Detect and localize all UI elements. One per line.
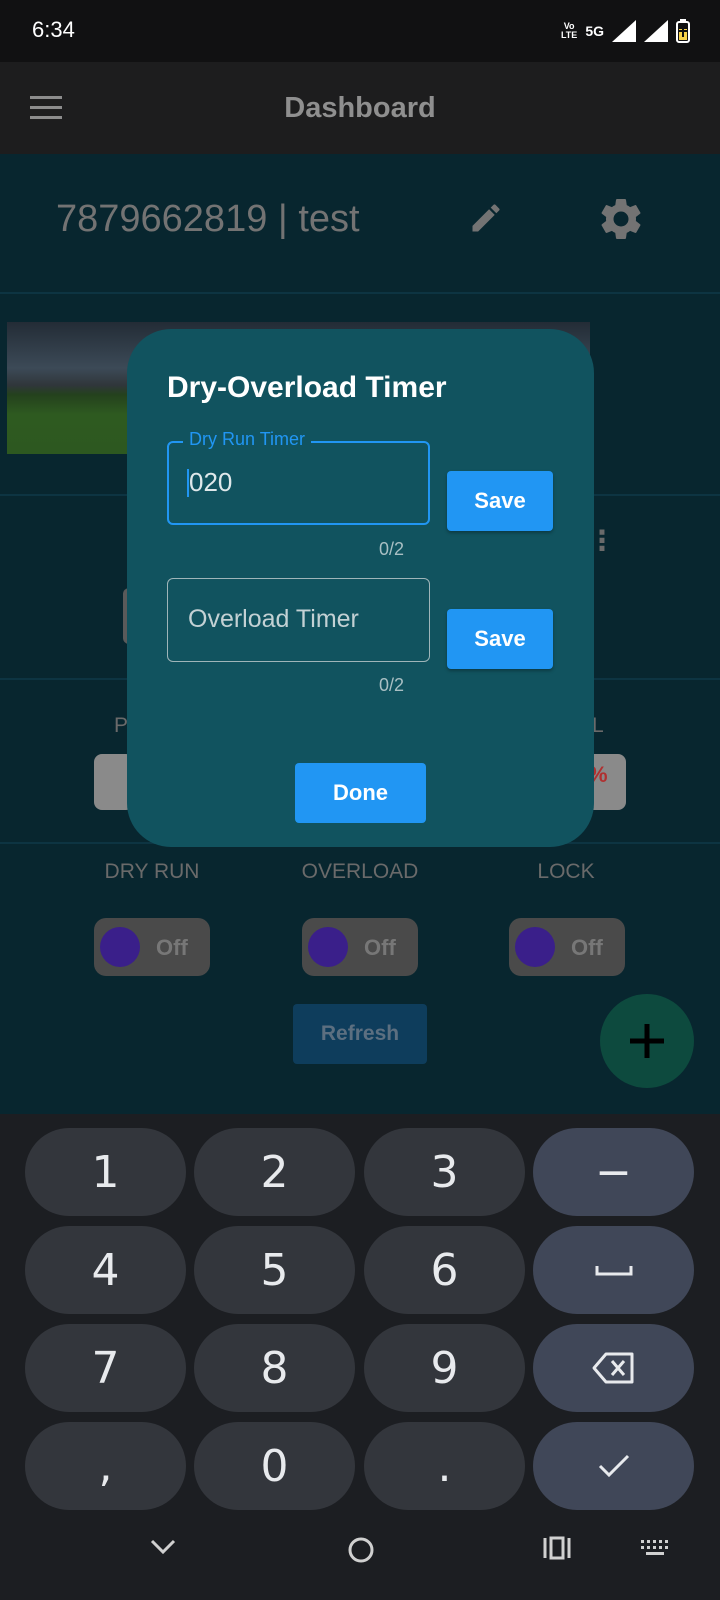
enter-key[interactable] — [533, 1422, 694, 1510]
chevron-down-icon[interactable] — [148, 1535, 178, 1559]
status-bar: 6:34 Vo LTE 5G — [0, 0, 720, 62]
battery-icon — [676, 19, 690, 43]
key-7[interactable]: 7 — [25, 1324, 186, 1412]
key-period[interactable]: . — [364, 1422, 525, 1510]
toggle-knob — [100, 927, 140, 967]
key-6[interactable]: 6 — [364, 1226, 525, 1314]
network-type-label: 5G — [585, 23, 604, 39]
overload-toggle[interactable]: Off — [302, 918, 418, 976]
key-9[interactable]: 9 — [364, 1324, 525, 1412]
check-icon — [598, 1454, 629, 1478]
volte-icon: Vo LTE — [560, 21, 578, 40]
key-comma[interactable]: , — [25, 1422, 186, 1510]
status-time: 6:34 — [32, 17, 75, 42]
dry-run-label: DRY RUN — [104, 860, 200, 883]
plus-icon — [630, 1024, 664, 1058]
space-key[interactable] — [533, 1226, 694, 1314]
dry-run-timer-value: 020 — [189, 467, 233, 497]
toggle-state: Off — [571, 935, 603, 960]
refresh-button[interactable]: Refresh — [293, 1004, 427, 1064]
page-title: Dashboard — [284, 92, 436, 124]
key-0[interactable]: 0 — [194, 1422, 355, 1510]
home-icon[interactable] — [346, 1535, 376, 1565]
timer-dialog: Dry-Overload Timer Dry Run Timer 020 Sav… — [127, 329, 594, 847]
keyboard-icon[interactable] — [640, 1539, 670, 1557]
text-caret — [187, 469, 189, 497]
dialog-title: Dry-Overload Timer — [167, 371, 447, 404]
dry-run-toggle[interactable]: Off — [94, 918, 210, 976]
dry-run-counter: 0/2 — [379, 539, 405, 559]
key-8[interactable]: 8 — [194, 1324, 355, 1412]
toggle-state: Off — [156, 935, 188, 960]
device-title: 7879662819 | test — [56, 198, 360, 240]
recents-icon[interactable] — [542, 1535, 572, 1561]
divider — [0, 292, 720, 294]
key-1[interactable]: 1 — [25, 1128, 186, 1216]
key-minus[interactable]: − — [533, 1128, 694, 1216]
key-2[interactable]: 2 — [194, 1128, 355, 1216]
save-dry-run-button[interactable]: Save — [447, 471, 553, 531]
edit-icon[interactable] — [468, 200, 504, 236]
key-3[interactable]: 3 — [364, 1128, 525, 1216]
signal-icon — [612, 20, 636, 42]
overload-counter: 0/2 — [379, 675, 405, 695]
overload-timer-placeholder: Overload Timer — [188, 605, 359, 633]
space-icon — [595, 1266, 632, 1276]
overload-timer-input[interactable]: Overload Timer — [167, 578, 430, 662]
key-5[interactable]: 5 — [194, 1226, 355, 1314]
save-overload-button[interactable]: Save — [447, 609, 553, 669]
dry-run-timer-input[interactable]: Dry Run Timer 020 — [167, 429, 430, 525]
signal-icon-2 — [644, 20, 668, 42]
dry-run-timer-label: Dry Run Timer — [183, 429, 312, 450]
backspace-key[interactable] — [533, 1324, 694, 1412]
add-fab-button[interactable] — [600, 994, 694, 1088]
partial-label-left: P — [114, 714, 129, 737]
overload-label: OVERLOAD — [301, 860, 419, 883]
lock-label: LOCK — [537, 860, 595, 883]
backspace-icon — [592, 1352, 633, 1384]
done-button[interactable]: Done — [295, 763, 426, 823]
toggle-knob — [515, 927, 555, 967]
status-icons: Vo LTE 5G — [561, 18, 690, 44]
toggle-knob — [308, 927, 348, 967]
toggle-state: Off — [364, 935, 396, 960]
lock-toggle[interactable]: Off — [509, 918, 625, 976]
gear-icon[interactable] — [596, 194, 646, 244]
numeric-keyboard: 1 2 3 − 4 5 6 7 8 9 , 0 . — [0, 1114, 720, 1511]
app-bar: Dashboard — [0, 62, 720, 154]
key-4[interactable]: 4 — [25, 1226, 186, 1314]
system-nav-bar — [0, 1511, 720, 1600]
